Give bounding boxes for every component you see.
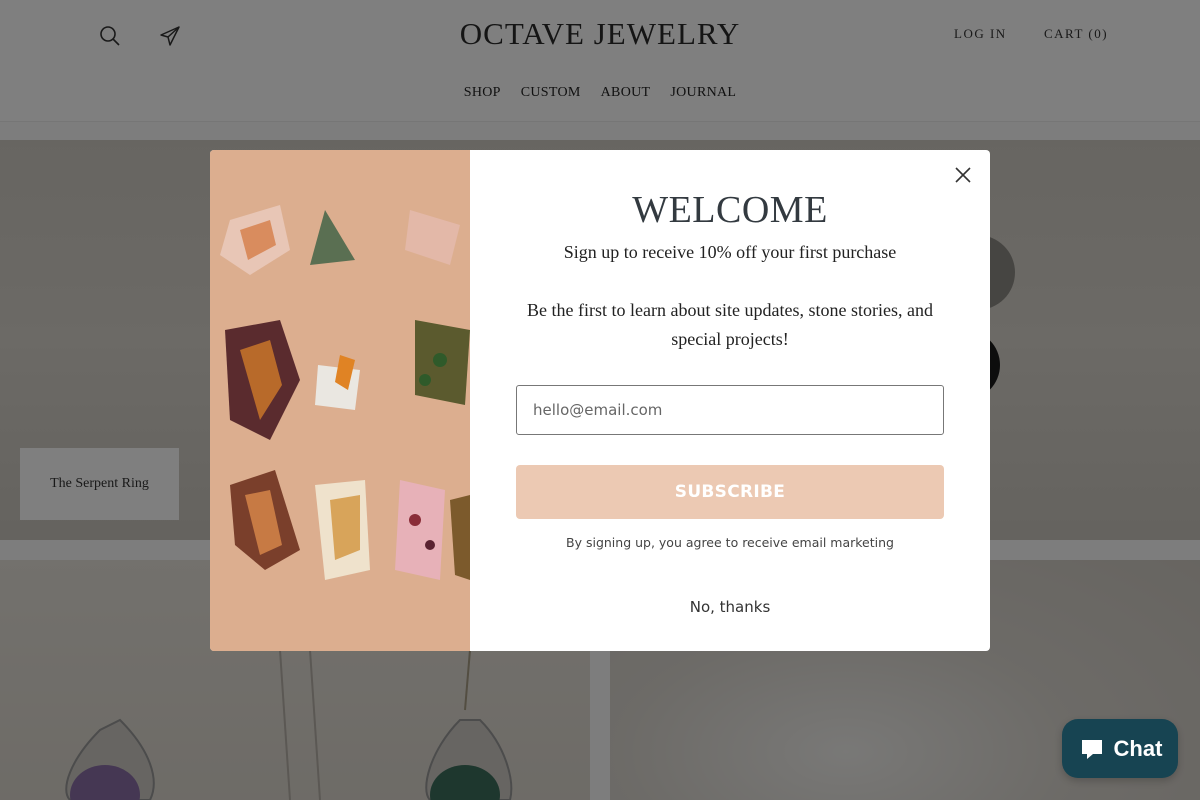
modal-description: Be the first to learn about site updates… [527, 300, 933, 349]
close-icon[interactable] [950, 162, 976, 188]
modal-title: WELCOME [632, 189, 828, 231]
modal-subtitle: Sign up to receive 10% off your first pu… [563, 242, 897, 262]
chat-label: Chat [1113, 735, 1163, 761]
no-thanks-button[interactable]: No, thanks [470, 598, 990, 616]
stones-image [210, 150, 470, 651]
modal-content: WELCOME Sign up to receive 10% off your … [470, 150, 990, 651]
chat-bubble-icon [1081, 739, 1102, 759]
subscribe-button[interactable]: SUBSCRIBE [516, 465, 944, 519]
legal-text: By signing up, you agree to receive emai… [566, 535, 894, 550]
chat-button[interactable]: Chat [1062, 719, 1178, 778]
newsletter-modal: WELCOME Sign up to receive 10% off your … [210, 150, 990, 651]
email-field[interactable] [516, 385, 944, 435]
